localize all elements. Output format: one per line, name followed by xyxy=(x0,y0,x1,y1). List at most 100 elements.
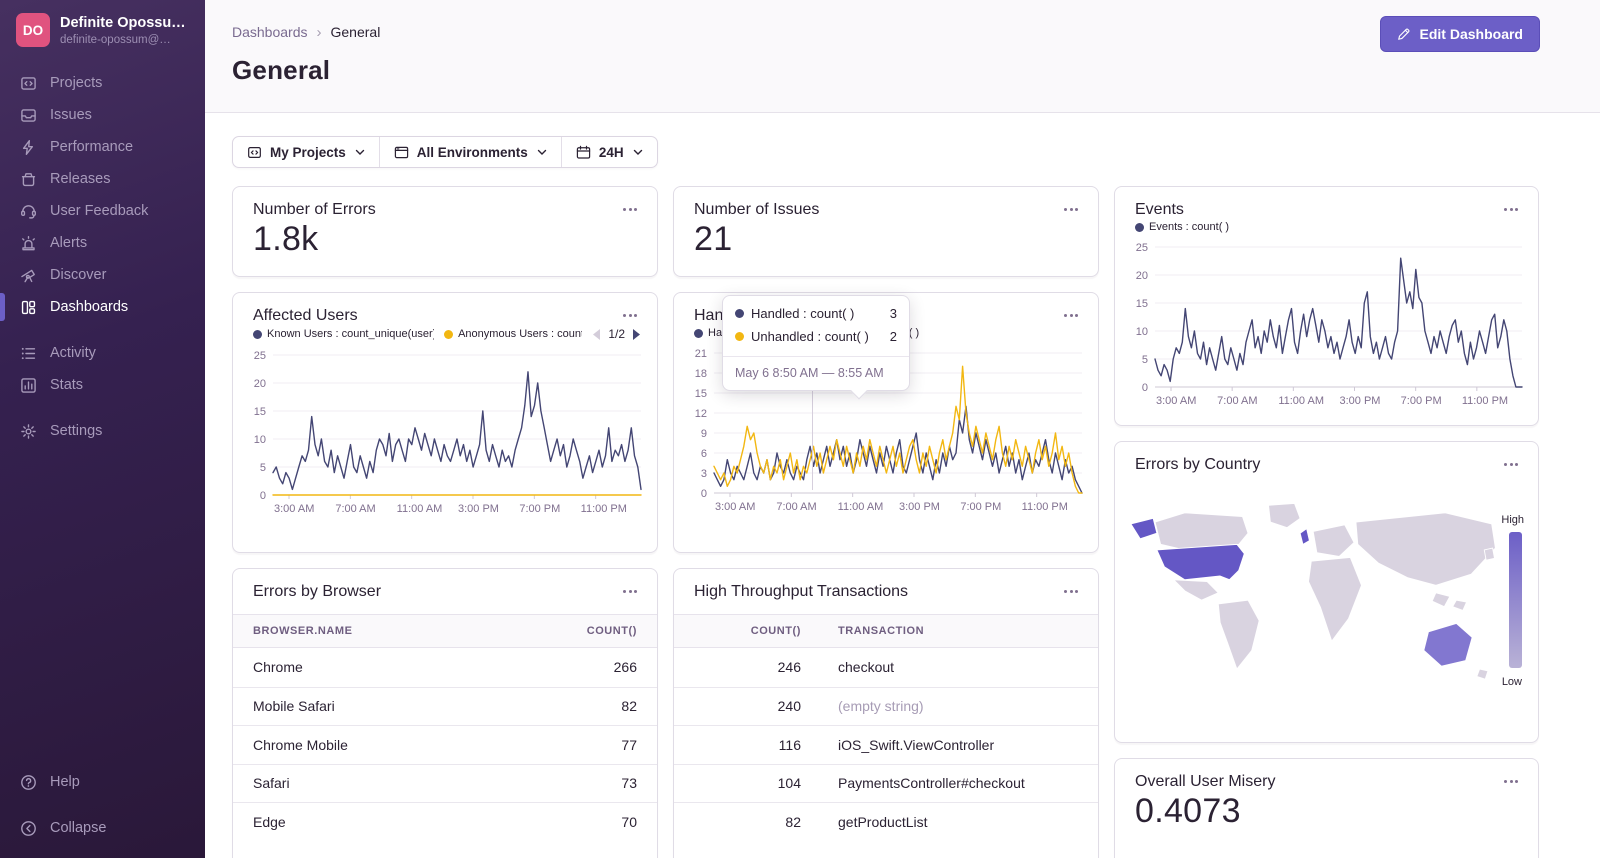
table-row[interactable]: 240 (empty string) xyxy=(674,686,1098,726)
map-scale-low-label: Low xyxy=(1501,676,1522,688)
svg-text:21: 21 xyxy=(695,348,707,360)
map-indonesia xyxy=(1452,599,1468,611)
dashboard-content: My Projects All Environments 24H Number … xyxy=(205,113,1600,858)
sidebar-item-settings[interactable]: Settings xyxy=(0,415,205,447)
svg-text:15: 15 xyxy=(254,406,266,418)
world-map-svg xyxy=(1130,503,1496,680)
widget-menu-button[interactable] xyxy=(1500,773,1522,790)
widget-high-throughput: High Throughput Transactions COUNT() TRA… xyxy=(673,568,1099,858)
big-number-value: 21 xyxy=(694,220,733,258)
sidebar-item-dashboards[interactable]: Dashboards xyxy=(0,291,205,323)
browser-name-cell: Safari xyxy=(253,775,290,792)
sidebar-item-alerts[interactable]: Alerts xyxy=(0,227,205,259)
browser-name-cell: Chrome Mobile xyxy=(253,736,348,753)
svg-text:11:00 PM: 11:00 PM xyxy=(1022,501,1068,513)
edit-dashboard-button[interactable]: Edit Dashboard xyxy=(1379,16,1540,52)
widget-menu-button[interactable] xyxy=(1060,201,1082,218)
sidebar-item-collapse[interactable]: Collapse xyxy=(0,812,205,844)
widget-menu-button[interactable] xyxy=(619,201,641,218)
widget-menu-button[interactable] xyxy=(619,307,641,324)
legend-dot xyxy=(444,329,454,339)
dashboards-icon xyxy=(21,300,36,314)
calendar-icon xyxy=(576,145,591,159)
line-chart-svg: 0 5 10 15 20 25 3:00 AM 7:00 AM 11:00 AM 3:00 PM 7… xyxy=(254,350,642,515)
svg-text:3:00 AM: 3:00 AM xyxy=(715,501,755,513)
sidebar-item-projects[interactable]: Projects xyxy=(0,67,205,99)
alerts-icon xyxy=(22,235,35,250)
transaction-cell: getProductList xyxy=(838,813,928,830)
widget-title: Errors by Country xyxy=(1135,456,1261,473)
grid-column-3: Events Events : count( ) 0 5 10 15 20 25 3:00 … xyxy=(1114,186,1539,858)
legend-item[interactable]: Known Users : count_unique(user) xyxy=(253,328,434,340)
table-row[interactable]: Chrome 266 xyxy=(233,648,657,687)
sidebar-item-label: User Feedback xyxy=(50,203,149,219)
legend-item[interactable]: Anonymous Users : count xyxy=(444,328,582,340)
org-switcher[interactable]: DO Definite Opossu… definite-opossum@… xyxy=(0,0,205,55)
table-row[interactable]: 104 PaymentsController#checkout xyxy=(674,763,1098,803)
svg-text:7:00 AM: 7:00 AM xyxy=(335,503,375,515)
pager-prev-icon[interactable] xyxy=(592,328,601,340)
widget-menu-button[interactable] xyxy=(1060,307,1082,324)
table-row[interactable]: Chrome Mobile 77 xyxy=(233,725,657,764)
sidebar-item-label: Releases xyxy=(50,171,111,187)
map-europe xyxy=(1312,524,1355,557)
sidebar-item-activity[interactable]: Activity xyxy=(0,337,205,369)
svg-text:9: 9 xyxy=(701,428,707,440)
activity-icon xyxy=(21,347,36,359)
sidebar-item-label: Issues xyxy=(50,107,92,123)
table-row[interactable]: Safari 73 xyxy=(233,763,657,803)
widget-menu-button[interactable] xyxy=(1500,456,1522,473)
table-row[interactable]: Edge 70 xyxy=(233,802,657,841)
events-chart[interactable]: 0 5 10 15 20 25 3:00 AM 7:00 AM 11:00 AM 3:00 PM 7… xyxy=(1123,239,1528,411)
table-row[interactable]: 246 checkout xyxy=(674,648,1098,687)
legend-dot xyxy=(253,329,262,339)
count-cell: 70 xyxy=(621,813,637,830)
svg-text:15: 15 xyxy=(1136,298,1148,310)
widget-number-of-errors: Number of Errors 1.8k xyxy=(232,186,658,277)
svg-text:6: 6 xyxy=(701,448,707,460)
widget-menu-button[interactable] xyxy=(1060,583,1082,600)
breadcrumb-dashboards-link[interactable]: Dashboards xyxy=(232,24,308,40)
pager-next-icon[interactable] xyxy=(632,328,641,340)
table-row[interactable]: 116 iOS_Swift.ViewController xyxy=(674,725,1098,764)
widget-menu-button[interactable] xyxy=(619,583,641,600)
affected-users-chart[interactable]: 0 5 10 15 20 25 3:00 AM 7:00 AM 11:00 AM 3:00 PM 7… xyxy=(241,347,647,519)
widget-errors-by-browser: Errors by Browser BROWSER.NAME COUNT() C… xyxy=(232,568,658,858)
time-range-filter[interactable]: 24H xyxy=(560,137,657,167)
svg-text:5: 5 xyxy=(1142,354,1148,366)
svg-text:3:00 PM: 3:00 PM xyxy=(458,503,499,515)
map-africa xyxy=(1308,556,1362,642)
legend-label: Known Users : count_unique(user) xyxy=(267,328,435,340)
svg-text:3:00 PM: 3:00 PM xyxy=(899,501,940,513)
widget-title: Number of Errors xyxy=(253,201,376,218)
legend-item[interactable]: Events : count( ) xyxy=(1135,221,1229,233)
widget-errors-by-country: Errors by Country High Low xyxy=(1114,441,1539,743)
environment-filter[interactable]: All Environments xyxy=(378,137,561,167)
svg-text:7:00 PM: 7:00 PM xyxy=(1401,395,1442,407)
collapse-icon xyxy=(21,820,36,836)
table-row[interactable]: Mobile Safari 82 xyxy=(233,686,657,726)
project-filter[interactable]: My Projects xyxy=(233,137,379,167)
main-area: Dashboards › General General Edit Dashbo… xyxy=(205,0,1600,858)
sidebar-item-issues[interactable]: Issues xyxy=(0,99,205,131)
svg-text:0: 0 xyxy=(1142,382,1148,394)
widget-title: Overall User Misery xyxy=(1135,773,1276,790)
widget-menu-button[interactable] xyxy=(1500,201,1522,218)
sidebar-item-help[interactable]: Help xyxy=(0,766,205,798)
sidebar-item-user-feedback[interactable]: User Feedback xyxy=(0,195,205,227)
column-header: COUNT() xyxy=(750,625,801,637)
widget-events: Events Events : count( ) 0 5 10 15 20 25 3:00 … xyxy=(1114,186,1539,426)
svg-text:11:00 AM: 11:00 AM xyxy=(1278,395,1324,407)
chart-tooltip: Handled : count( ) 3 Unhandled : count( ) 2… xyxy=(722,295,910,400)
table-row[interactable]: 82 getProductList xyxy=(674,802,1098,841)
sidebar-item-stats[interactable]: Stats xyxy=(0,369,205,401)
tooltip-row: Handled : count( ) 3 xyxy=(735,306,897,321)
legend-dot xyxy=(694,328,703,338)
sidebar-item-label: Alerts xyxy=(50,235,88,251)
world-map[interactable]: High Low xyxy=(1129,478,1526,710)
sidebar-item-releases[interactable]: Releases xyxy=(0,163,205,195)
sidebar-item-performance[interactable]: Performance xyxy=(0,131,205,163)
sidebar-item-discover[interactable]: Discover xyxy=(0,259,205,291)
stats-icon xyxy=(21,377,36,393)
chart-legend: Events : count( ) xyxy=(1115,219,1538,233)
